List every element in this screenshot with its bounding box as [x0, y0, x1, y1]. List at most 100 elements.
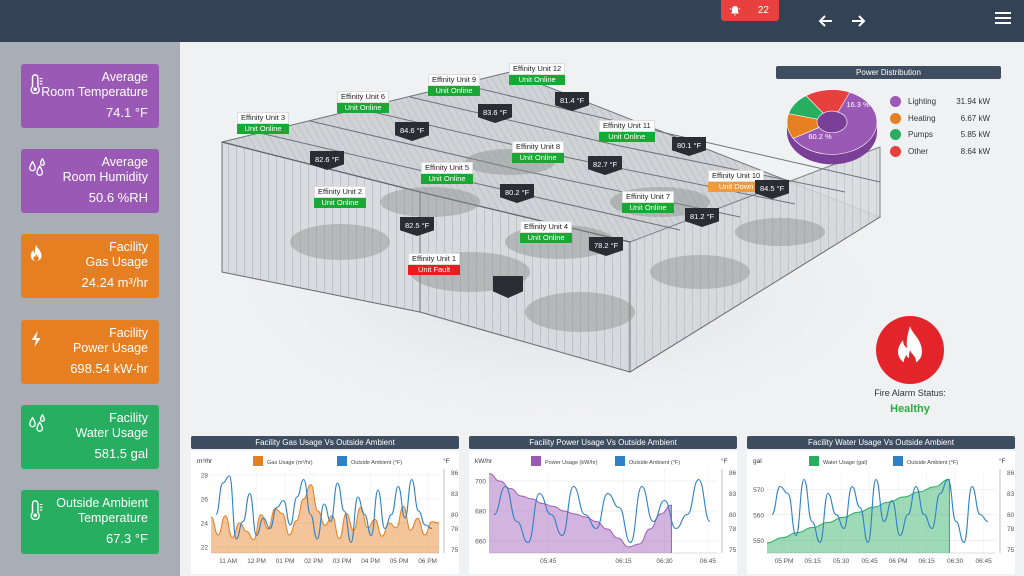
y-tick-left: 24 [201, 521, 209, 528]
unit-tag-3[interactable]: Effinity Unit 3 Unit Online [237, 112, 290, 134]
unit-name: Effinity Unit 11 [599, 120, 655, 132]
legend-swatch [337, 456, 347, 466]
alarm-button[interactable]: 22 [721, 0, 779, 21]
y-tick-right: 78 [451, 526, 459, 533]
card-value: 50.6 %RH [88, 190, 148, 205]
x-tick: 04 PM [361, 558, 380, 565]
unit-name: Effinity Unit 7 [622, 191, 675, 203]
unit-tag-11[interactable]: Effinity Unit 11 Unit Online [599, 120, 655, 142]
sidebar-card-2[interactable]: Average Room Humidity 50.6 %RH [21, 149, 159, 213]
unit-name: Effinity Unit 8 [512, 141, 565, 153]
card-value: 698.54 kW-hr [70, 361, 148, 376]
card-label: Average Room Temperature [38, 70, 148, 100]
unit-tag-12[interactable]: Effinity Unit 12 Unit Online [509, 63, 566, 85]
top-bar: 22 [0, 0, 1024, 42]
card-value: 67.3 °F [105, 531, 148, 546]
y-tick-left: 700 [475, 479, 486, 486]
unit-status: Unit Fault [408, 265, 461, 275]
card-label: Average Room Humidity [38, 155, 148, 185]
y-tick-right: 80 [451, 512, 459, 519]
legend-dot [890, 112, 901, 124]
y-tick-right: 75 [451, 547, 459, 554]
y-axis-left-label: kW/hr [475, 458, 493, 465]
unit-status: Unit Online [314, 198, 367, 208]
fire-alarm-status: Healthy [890, 403, 930, 415]
power-chart-title: Facility Power Usage Vs Outside Ambient [469, 436, 737, 449]
card-value: 24.24 m³/hr [81, 275, 148, 290]
legend-dot [890, 96, 901, 107]
x-tick: 02 PM [304, 558, 323, 565]
x-tick: 05:15 [804, 558, 821, 565]
card-label: Facility Gas Usage [38, 240, 148, 270]
donut-label: 60.2 % [808, 132, 832, 141]
unit-tag-9[interactable]: Effinity Unit 9 Unit Online [428, 74, 481, 96]
unit-name: Effinity Unit 9 [428, 74, 481, 86]
legend-swatch [809, 456, 819, 466]
unit-status: Unit Online [421, 174, 474, 184]
sidebar-card-5[interactable]: Facility Water Usage 581.5 gal [21, 405, 159, 469]
unit-tag-2[interactable]: Effinity Unit 2 Unit Online [314, 186, 367, 208]
card-label-line2: Gas Usage [85, 255, 148, 269]
sidebar-card-3[interactable]: Facility Gas Usage 24.24 m³/hr [21, 234, 159, 298]
unit-status: Unit Online [520, 233, 573, 243]
y-tick-left: 26 [201, 497, 209, 504]
legend-name: Other [908, 146, 929, 156]
legend-name: Lighting [908, 97, 937, 106]
legend-swatch [531, 456, 541, 466]
unit-tag-1[interactable]: Effinity Unit 1 Unit Fault [408, 253, 461, 275]
y-tick-right: 83 [451, 491, 459, 498]
legend-label: Water Usage (gal) [823, 460, 868, 466]
y-tick-right: 75 [729, 547, 737, 554]
sidebar-card-1[interactable]: Average Room Temperature 74.1 °F [21, 64, 159, 128]
unit-name: Effinity Unit 5 [421, 162, 474, 174]
unit-status: Unit Online [509, 75, 566, 85]
legend-value: 6.67 kW [960, 113, 990, 123]
unit-status: Unit Online [237, 124, 290, 134]
legend-row-heating[interactable]: Heating 6.67 kW [890, 112, 990, 124]
x-tick: 05 PM [775, 558, 794, 565]
fire-alarm-indicator[interactable] [876, 316, 944, 384]
y-axis-right-label: °F [443, 457, 450, 465]
unit-tag-8[interactable]: Effinity Unit 8 Unit Online [512, 141, 565, 163]
unit-tag-4[interactable]: Effinity Unit 4 Unit Online [520, 221, 573, 243]
unit-tag-6[interactable]: Effinity Unit 6 Unit Online [337, 91, 390, 113]
legend-label: Power Usage (kW/hr) [545, 460, 598, 466]
legend-value: 5.85 kW [960, 130, 990, 139]
unit-status: Unit Online [599, 132, 655, 142]
gas-chart-panel: Facility Gas Usage Vs Outside Ambient Ga… [191, 436, 459, 574]
y-tick-left: 28 [201, 473, 209, 480]
x-tick: 06:15 [918, 558, 935, 565]
forward-arrow-icon[interactable] [848, 11, 868, 31]
power-distribution-donut: 60.2 %12.6 %11 %16.3 % [786, 89, 878, 165]
back-arrow-icon[interactable] [816, 11, 836, 31]
card-label: Facility Water Usage [38, 411, 148, 441]
legend-label: Outside Ambient (°F) [907, 460, 958, 466]
legend-label: Outside Ambient (°F) [629, 460, 680, 466]
power-chart-panel: Facility Power Usage Vs Outside Ambient … [469, 436, 737, 574]
card-label-line2: Power Usage [72, 341, 148, 355]
unit-tag-5[interactable]: Effinity Unit 5 Unit Online [421, 162, 474, 184]
unit-name: Effinity Unit 6 [337, 91, 390, 103]
unit-tag-7[interactable]: Effinity Unit 7 Unit Online [622, 191, 675, 213]
legend-dot [890, 129, 901, 140]
legend-row-lighting[interactable]: Lighting 31.94 kW [890, 96, 990, 107]
x-tick: 03 PM [333, 558, 352, 565]
x-tick: 05:30 [833, 558, 850, 565]
legend-row-pumps[interactable]: Pumps 5.85 kW [890, 129, 990, 140]
flame-icon [898, 326, 922, 367]
legend-row-other[interactable]: Other 8.64 kW [890, 145, 990, 157]
hamburger-menu-icon[interactable] [995, 12, 1011, 26]
unit-name: Effinity Unit 4 [520, 221, 573, 233]
unit-name: Effinity Unit 12 [509, 63, 566, 75]
y-tick-right: 78 [1007, 526, 1015, 533]
y-tick-left: 660 [475, 539, 486, 546]
water-chart-title: Facility Water Usage Vs Outside Ambient [747, 436, 1015, 449]
legend-value: 8.64 kW [960, 146, 990, 156]
legend-label: Gas Usage (m³/hr) [267, 460, 313, 466]
unit-status: Unit Online [428, 86, 481, 96]
x-tick: 05:45 [861, 558, 878, 565]
sidebar-card-4[interactable]: Facility Power Usage 698.54 kW-hr [21, 320, 159, 384]
y-tick-left: 560 [753, 512, 764, 519]
sidebar-card-6[interactable]: Outside Ambient Temperature 67.3 °F [21, 490, 159, 554]
x-tick: 06 PM [418, 558, 437, 565]
